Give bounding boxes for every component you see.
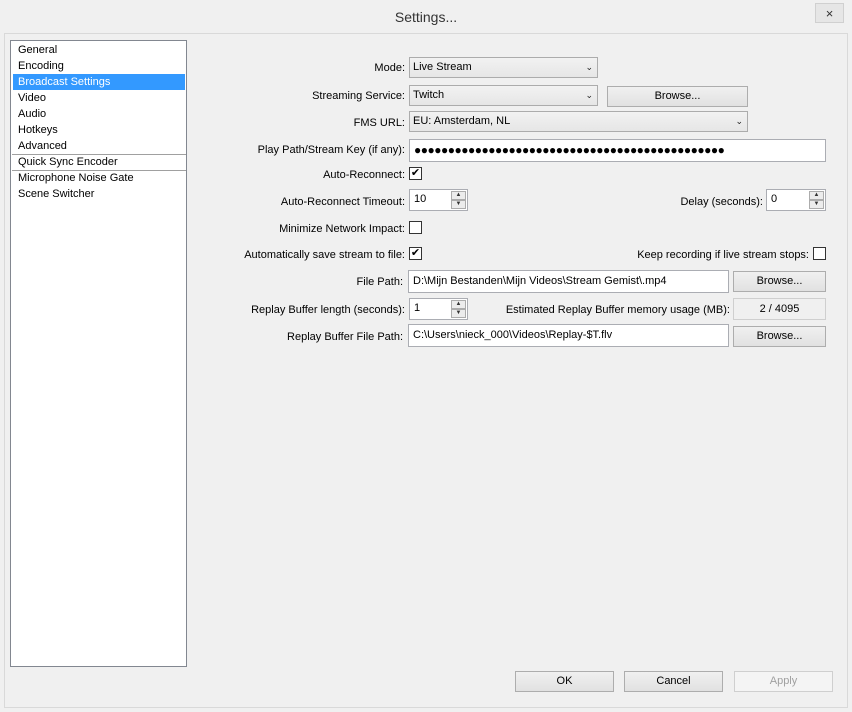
streaming-service-label: Streaming Service: [312,90,405,102]
delay-value: 0 [771,193,778,205]
file-path-input[interactable]: D:\Mijn Bestanden\Mijn Videos\Stream Gem… [408,270,729,293]
spin-down-icon[interactable]: ▼ [451,309,466,318]
minimize-network-label: Minimize Network Impact: [279,223,405,235]
spin-down-icon[interactable]: ▼ [451,200,466,209]
nav-item-broadcast-settings[interactable]: Broadcast Settings [13,74,185,90]
minimize-network-checkbox[interactable] [409,221,422,234]
replay-buffer-length-label: Replay Buffer length (seconds): [251,304,405,316]
spin-up-icon[interactable]: ▲ [451,191,466,200]
replay-buffer-length-value: 1 [414,302,421,314]
service-browse-button[interactable]: Browse... [607,86,748,107]
checkmark-icon: ✔ [410,167,421,179]
reconnect-timeout-label: Auto-Reconnect Timeout: [280,196,405,208]
streaming-service-value: Twitch [413,89,445,101]
fms-url-value: EU: Amsterdam, NL [413,115,511,127]
close-button[interactable]: × [815,3,844,23]
nav-item-microphone-noise-gate[interactable]: Microphone Noise Gate [13,170,185,186]
fms-url-dropdown[interactable]: EU: Amsterdam, NL ⌄ [409,111,748,132]
replay-path-browse-button[interactable]: Browse... [733,326,826,347]
replay-file-path-input[interactable]: C:\Users\nieck_000\Videos\Replay-$T.flv [408,324,729,347]
mode-dropdown[interactable]: Live Stream ⌄ [409,57,598,78]
checkmark-icon: ✔ [410,247,421,259]
auto-save-checkbox[interactable]: ✔ [409,247,422,260]
cancel-button[interactable]: Cancel [624,671,723,692]
nav-item-audio[interactable]: Audio [13,106,185,122]
nav-item-advanced[interactable]: Advanced [13,138,185,154]
stream-key-label: Play Path/Stream Key (if any): [257,144,405,156]
apply-button[interactable]: Apply [734,671,833,692]
delay-spinbox[interactable]: 0 ▲ ▼ [766,189,826,211]
mode-label: Mode: [374,62,405,74]
replay-file-path-label: Replay Buffer File Path: [287,331,403,343]
reconnect-timeout-spinbox[interactable]: 10 ▲ ▼ [409,189,468,211]
nav-item-scene-switcher[interactable]: Scene Switcher [13,186,185,202]
keep-recording-label: Keep recording if live stream stops: [637,249,809,261]
ok-button[interactable]: OK [515,671,614,692]
nav-item-general[interactable]: General [13,42,185,58]
chevron-down-icon: ⌄ [735,116,743,126]
file-path-label: File Path: [356,276,403,288]
streaming-service-dropdown[interactable]: Twitch ⌄ [409,85,598,106]
spin-down-icon[interactable]: ▼ [809,200,824,209]
file-path-browse-button[interactable]: Browse... [733,271,826,292]
nav-item-hotkeys[interactable]: Hotkeys [13,122,185,138]
auto-reconnect-label: Auto-Reconnect: [323,169,405,181]
keep-recording-checkbox[interactable] [813,247,826,260]
settings-category-list[interactable]: General Encoding Broadcast Settings Vide… [10,40,187,667]
stream-key-input[interactable]: ●●●●●●●●●●●●●●●●●●●●●●●●●●●●●●●●●●●●●●●●… [409,139,826,162]
fms-url-label: FMS URL: [353,117,405,129]
replay-memory-value: 2 / 4095 [733,298,826,320]
spin-up-icon[interactable]: ▲ [451,300,466,309]
reconnect-timeout-value: 10 [414,193,427,205]
chevron-down-icon: ⌄ [585,62,593,72]
replay-buffer-length-spinbox[interactable]: 1 ▲ ▼ [409,298,468,320]
auto-save-label: Automatically save stream to file: [244,249,405,261]
nav-item-encoding[interactable]: Encoding [13,58,185,74]
replay-memory-label: Estimated Replay Buffer memory usage (MB… [505,304,730,316]
window-title: Settings... [394,9,458,25]
close-icon: × [825,5,834,21]
title-bar: Settings... × [0,0,852,34]
spin-up-icon[interactable]: ▲ [809,191,824,200]
mode-value: Live Stream [413,61,472,73]
nav-item-quick-sync-encoder[interactable]: Quick Sync Encoder [13,154,185,170]
auto-reconnect-checkbox[interactable]: ✔ [409,167,422,180]
nav-item-video[interactable]: Video [13,90,185,106]
delay-label: Delay (seconds): [680,196,763,208]
chevron-down-icon: ⌄ [585,90,593,100]
